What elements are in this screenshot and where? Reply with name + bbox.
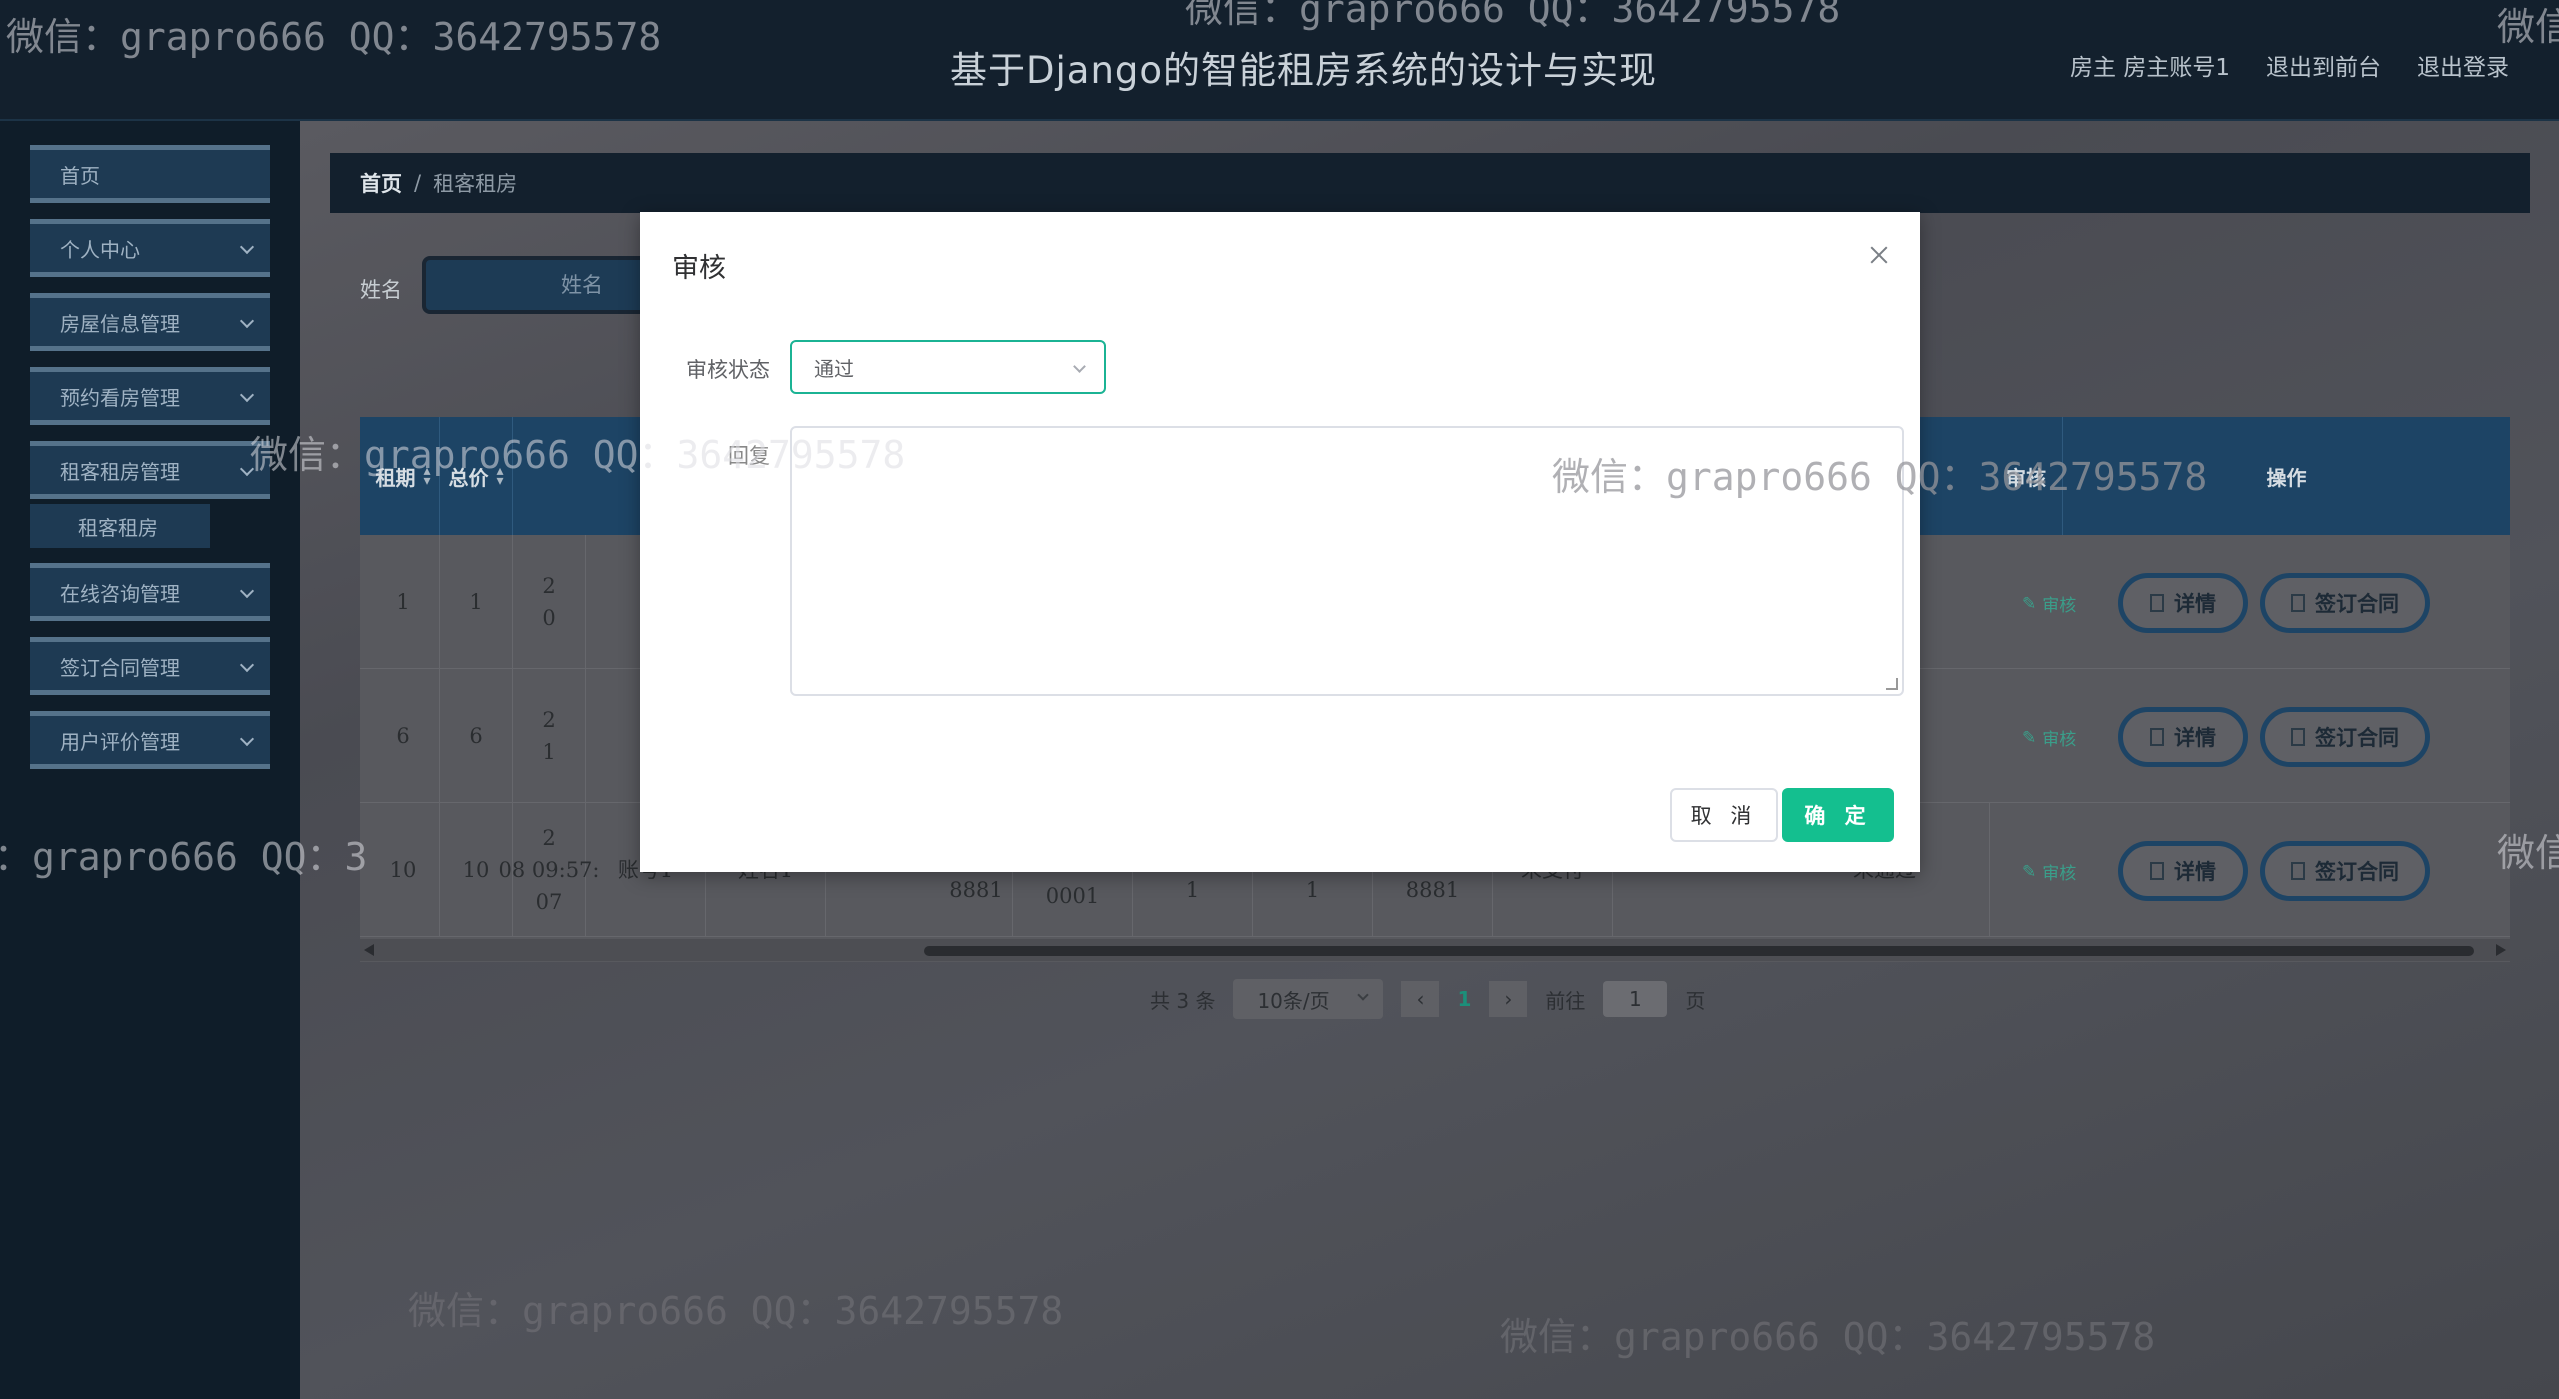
document-icon <box>2291 594 2305 612</box>
watermark-text: 微信：grapro666 QQ：3642795578 <box>1500 1315 2156 1359</box>
page-size-select[interactable]: 10条/页 <box>1233 979 1384 1019</box>
chevron-down-icon <box>239 239 255 255</box>
cell-term: 10 <box>367 803 440 937</box>
scrollbar-thumb[interactable] <box>924 946 2474 956</box>
cell-term: 6 <box>367 669 440 803</box>
resize-handle-icon[interactable] <box>1886 678 1898 690</box>
prev-page-button[interactable]: ‹ <box>1401 981 1440 1017</box>
watermark-text: 微信：grapro666 QQ：3642795578 <box>250 433 906 477</box>
detail-button[interactable]: 详情 <box>2118 573 2248 633</box>
sidebar-item-label: 在线咨询管理 <box>60 581 180 606</box>
sidebar-item-user-review[interactable]: 用户评价管理 <box>30 711 270 769</box>
audit-link[interactable]: ✎ 审核 <box>2022 859 2076 885</box>
page-unit-label: 页 <box>1685 988 1706 1013</box>
logout-link[interactable]: 退出登录 <box>2417 48 2509 82</box>
watermark-text: ：grapro666 QQ：3 <box>0 835 368 879</box>
app-title: 基于Django的智能租房系统的设计与实现 <box>950 49 1658 92</box>
page-number[interactable]: 1 <box>1457 987 1471 1011</box>
audit-status-select[interactable]: 通过 <box>790 340 1106 394</box>
watermark-text: 微信：grapro666 QQ：3642795578 <box>1552 455 2208 499</box>
audit-link[interactable]: ✎ 审核 <box>2022 591 2076 617</box>
breadcrumb: 首页 / 租客租房 <box>330 153 2530 213</box>
cell-date: 2 08 09:57: 07 <box>499 803 600 937</box>
watermark-text: 微信 <box>2497 5 2559 49</box>
watermark-text: 微信：grapro666 QQ：3642795578 <box>408 1289 1064 1333</box>
document-icon <box>2150 728 2164 746</box>
sidebar-item-label: 租客租房管理 <box>60 459 180 484</box>
document-icon <box>2291 728 2305 746</box>
user-links: 房主 房主账号1 退出到前台 退出登录 <box>2070 48 2509 82</box>
document-icon <box>2291 862 2305 880</box>
detail-button[interactable]: 详情 <box>2118 841 2248 901</box>
chevron-down-icon <box>239 731 255 747</box>
chevron-down-icon <box>239 657 255 673</box>
audit-link[interactable]: ✎ 审核 <box>2022 725 2076 751</box>
cell-total: 6 <box>440 669 513 803</box>
detail-button[interactable]: 详情 <box>2118 707 2248 767</box>
goto-label: 前往 <box>1545 988 1586 1013</box>
sidebar-item-house-info[interactable]: 房屋信息管理 <box>30 293 270 351</box>
edit-icon: ✎ <box>2022 727 2037 748</box>
breadcrumb-current: 租客租房 <box>433 172 518 196</box>
breadcrumb-separator: / <box>414 171 422 195</box>
document-icon <box>2150 594 2164 612</box>
scroll-left-icon[interactable] <box>364 944 374 956</box>
pager-total: 共 3 条 <box>1150 988 1216 1013</box>
sidebar-item-label: 签订合同管理 <box>60 655 180 680</box>
search-name-label: 姓名 <box>360 278 402 302</box>
sidebar-item-personal-center[interactable]: 个人中心 <box>30 219 270 277</box>
audit-dialog: 审核 审核状态 通过 回复 取 消 确 定 <box>640 212 1920 872</box>
go-frontend-link[interactable]: 退出到前台 <box>2266 48 2381 82</box>
watermark-text: 微信：grapro666 QQ：3642795578 <box>1185 0 1841 31</box>
sidebar-item-label: 个人中心 <box>60 237 140 262</box>
next-page-button[interactable]: › <box>1489 981 1528 1017</box>
chevron-down-icon <box>239 583 255 599</box>
horizontal-scrollbar[interactable] <box>360 939 2510 961</box>
pagination: 共 3 条 10条/页 ‹ 1 › 前往 1 页 <box>1150 979 1705 1019</box>
document-icon <box>2150 862 2164 880</box>
watermark-text: 微信 <box>2497 831 2559 875</box>
sidebar: 首页 个人中心 房屋信息管理 预约看房管理 租客租房管理 租客租房 在线咨询管理… <box>0 121 300 1399</box>
sign-contract-button[interactable]: 签订合同 <box>2260 841 2430 901</box>
dialog-title: 审核 <box>672 253 726 284</box>
cell-total: 1 <box>440 535 513 669</box>
sidebar-item-tenant-rental[interactable]: 租客租房管理 <box>30 441 270 499</box>
chevron-down-icon <box>1357 989 1370 1001</box>
goto-page-input[interactable]: 1 <box>1603 981 1668 1017</box>
sidebar-item-label: 房屋信息管理 <box>60 311 180 336</box>
cell-term: 1 <box>367 535 440 669</box>
close-icon[interactable] <box>1866 242 1892 268</box>
breadcrumb-home[interactable]: 首页 <box>360 168 402 198</box>
sidebar-item-label: 预约看房管理 <box>60 385 180 410</box>
sidebar-item-online-consult[interactable]: 在线咨询管理 <box>30 563 270 621</box>
scroll-right-icon[interactable] <box>2496 944 2506 956</box>
chevron-down-icon <box>239 387 255 403</box>
edit-icon: ✎ <box>2022 593 2037 614</box>
cell-date: 2 1 <box>513 669 586 803</box>
sidebar-subitem-tenant-rental[interactable]: 租客租房 <box>30 504 210 548</box>
cell-date: 2 0 <box>513 535 586 669</box>
chevron-down-icon <box>239 313 255 329</box>
confirm-button[interactable]: 确 定 <box>1782 788 1894 842</box>
sign-contract-button[interactable]: 签订合同 <box>2260 573 2430 633</box>
sidebar-item-viewing-appointment[interactable]: 预约看房管理 <box>30 367 270 425</box>
sign-contract-button[interactable]: 签订合同 <box>2260 707 2430 767</box>
sidebar-subitem-label: 租客租房 <box>78 515 158 540</box>
cancel-button[interactable]: 取 消 <box>1670 788 1778 842</box>
watermark-text: 微信：grapro666 QQ：3642795578 <box>6 15 662 59</box>
sidebar-item-contract[interactable]: 签订合同管理 <box>30 637 270 695</box>
sidebar-item-label: 用户评价管理 <box>60 729 180 754</box>
current-user-link[interactable]: 房主 房主账号1 <box>2070 48 2230 82</box>
chevron-right-icon: › <box>1504 987 1513 1011</box>
edit-icon: ✎ <box>2022 861 2037 882</box>
audit-status-label: 审核状态 <box>686 358 770 382</box>
chevron-left-icon: ‹ <box>1416 987 1425 1011</box>
chevron-down-icon <box>1073 360 1086 373</box>
sidebar-item-label: 首页 <box>60 163 100 188</box>
sidebar-item-home[interactable]: 首页 <box>30 145 270 203</box>
